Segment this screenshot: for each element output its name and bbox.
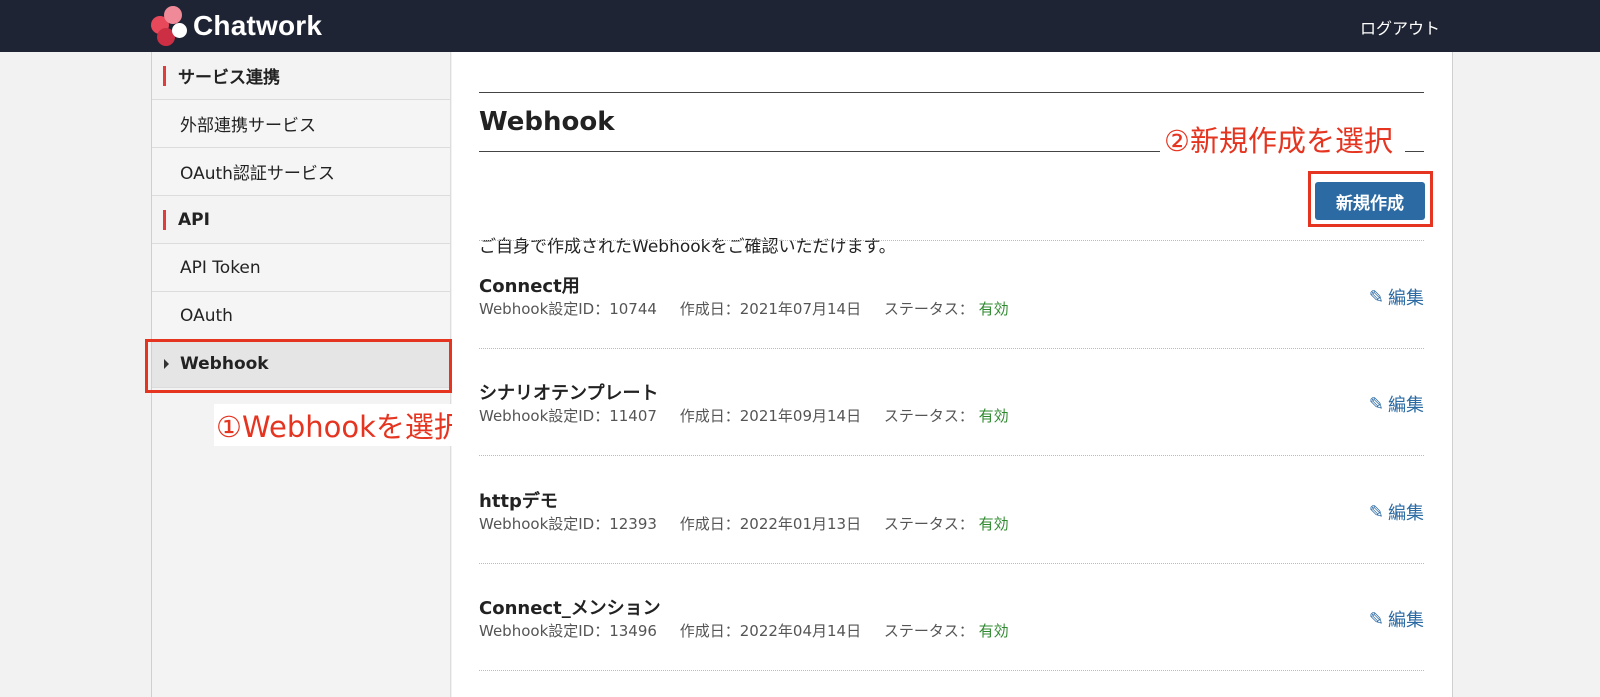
- webhook-id: Webhook設定ID：10744: [479, 300, 657, 318]
- webhook-row: Connect_メンション Webhook設定ID：13496 作成日：2022…: [479, 594, 1424, 654]
- webhook-created-date: 作成日：2022年01月13日: [679, 515, 862, 533]
- edit-label: 編集: [1388, 610, 1424, 631]
- edit-label: 編集: [1388, 503, 1424, 524]
- webhook-status: 有効: [978, 515, 1009, 533]
- webhook-id: Webhook設定ID：11407: [479, 407, 657, 425]
- edit-link[interactable]: ✎ 編集: [1369, 284, 1424, 310]
- edit-link[interactable]: ✎ 編集: [1369, 606, 1424, 632]
- webhook-meta: Webhook設定ID：13496 作成日：2022年04月14日 ステータス：…: [479, 620, 1009, 641]
- webhook-status: 有効: [978, 300, 1009, 318]
- sidebar-section-label: API: [178, 209, 210, 230]
- divider: [479, 240, 1424, 241]
- sidebar-item-webhook[interactable]: Webhook: [152, 340, 450, 388]
- section-accent-bar: [163, 209, 166, 230]
- divider: [479, 455, 1424, 456]
- webhook-created-date: 作成日：2022年04月14日: [679, 622, 862, 640]
- webhook-meta: Webhook設定ID：11407 作成日：2021年09月14日 ステータス：…: [479, 405, 1009, 426]
- webhook-row: httpデモ Webhook設定ID：12393 作成日：2022年01月13日…: [479, 487, 1424, 547]
- webhook-status-label: ステータス：: [883, 515, 974, 533]
- webhook-name: Connect_メンション: [479, 598, 661, 619]
- webhook-status-label: ステータス：: [883, 622, 974, 640]
- sidebar-section-service: サービス連携: [152, 52, 450, 100]
- sidebar-item-oauth[interactable]: OAuth: [152, 292, 450, 340]
- sidebar-item-label: Webhook: [180, 353, 269, 374]
- sidebar-item-oauth-service[interactable]: OAuth認証サービス: [152, 148, 450, 196]
- logout-link[interactable]: ログアウト: [1360, 15, 1440, 39]
- top-header: Chatwork ログアウト: [0, 0, 1600, 52]
- sidebar-section-label: サービス連携: [178, 68, 280, 88]
- page-description: ご自身で作成されたWebhookをご確認いただけます。: [479, 237, 896, 257]
- webhook-meta: Webhook設定ID：12393 作成日：2022年01月13日 ステータス：…: [479, 513, 1009, 534]
- pencil-icon: ✎: [1368, 501, 1384, 523]
- webhook-created-date: 作成日：2021年09月14日: [679, 407, 862, 425]
- edit-label: 編集: [1388, 288, 1424, 309]
- sidebar-section-api: API: [152, 196, 450, 244]
- edit-link[interactable]: ✎ 編集: [1369, 391, 1424, 417]
- webhook-row: Connect用 Webhook設定ID：10744 作成日：2021年07月1…: [479, 272, 1424, 332]
- annotation-step1: ①Webhookを選択: [214, 404, 465, 446]
- webhook-row: シナリオテンプレート Webhook設定ID：11407 作成日：2021年09…: [479, 379, 1424, 439]
- webhook-meta: Webhook設定ID：10744 作成日：2021年07月14日 ステータス：…: [479, 298, 1009, 319]
- pencil-icon: ✎: [1368, 393, 1384, 415]
- webhook-created-date: 作成日：2021年07月14日: [679, 300, 862, 318]
- divider: [479, 563, 1424, 564]
- webhook-status-label: ステータス：: [883, 300, 974, 318]
- divider: [479, 92, 1424, 93]
- webhook-status-label: ステータス：: [883, 407, 974, 425]
- pencil-icon: ✎: [1368, 608, 1384, 630]
- sidebar-item-api-token[interactable]: API Token: [152, 244, 450, 292]
- main-panel: Webhook ②新規作成を選択 ご自身で作成されたWebhookをご確認いただ…: [452, 52, 1453, 697]
- webhook-name: httpデモ: [479, 491, 558, 512]
- edit-link[interactable]: ✎ 編集: [1369, 499, 1424, 525]
- edit-label: 編集: [1388, 395, 1424, 416]
- divider: [479, 348, 1424, 349]
- sidebar-item-external-services[interactable]: 外部連携サービス: [152, 100, 450, 148]
- divider: [479, 670, 1424, 671]
- annotation-step2: ②新規作成を選択: [1160, 118, 1405, 160]
- caret-right-icon: [164, 359, 169, 369]
- webhook-name: シナリオテンプレート: [479, 383, 659, 404]
- webhook-status: 有効: [978, 622, 1009, 640]
- webhook-id: Webhook設定ID：13496: [479, 622, 657, 640]
- logo-text: Chatwork: [193, 10, 323, 41]
- settings-sidebar: サービス連携 外部連携サービス OAuth認証サービス API API Toke…: [151, 52, 451, 697]
- pencil-icon: ✎: [1368, 286, 1384, 308]
- page-title: Webhook: [479, 107, 615, 137]
- webhook-name: Connect用: [479, 276, 580, 297]
- section-accent-bar: [163, 65, 166, 86]
- new-webhook-button[interactable]: 新規作成: [1315, 182, 1425, 220]
- chatwork-logo[interactable]: Chatwork: [151, 6, 322, 46]
- webhook-id: Webhook設定ID：12393: [479, 515, 657, 533]
- chatwork-logo-icon: [151, 6, 193, 46]
- webhook-status: 有効: [978, 407, 1009, 425]
